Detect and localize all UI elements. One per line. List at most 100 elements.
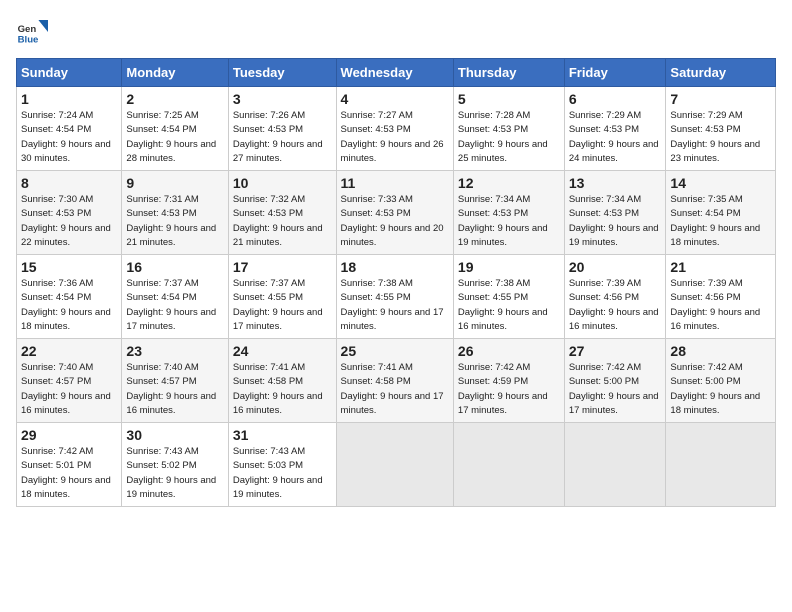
day-info: Sunrise: 7:28 AM Sunset: 4:53 PM Dayligh… <box>458 110 548 164</box>
day-info: Sunrise: 7:29 AM Sunset: 4:53 PM Dayligh… <box>569 110 659 164</box>
day-info: Sunrise: 7:37 AM Sunset: 4:54 PM Dayligh… <box>126 278 216 332</box>
calendar-cell: 13 Sunrise: 7:34 AM Sunset: 4:53 PM Dayl… <box>564 171 666 255</box>
day-number: 14 <box>670 175 771 191</box>
day-number: 18 <box>341 259 449 275</box>
logo: Gen Blue <box>16 16 52 48</box>
calendar-cell <box>564 423 666 507</box>
day-info: Sunrise: 7:27 AM Sunset: 4:53 PM Dayligh… <box>341 110 444 164</box>
day-info: Sunrise: 7:26 AM Sunset: 4:53 PM Dayligh… <box>233 110 323 164</box>
day-number: 27 <box>569 343 662 359</box>
calendar-cell: 5 Sunrise: 7:28 AM Sunset: 4:53 PM Dayli… <box>453 87 564 171</box>
calendar-week-1: 1 Sunrise: 7:24 AM Sunset: 4:54 PM Dayli… <box>17 87 776 171</box>
day-number: 26 <box>458 343 560 359</box>
day-info: Sunrise: 7:34 AM Sunset: 4:53 PM Dayligh… <box>569 194 659 248</box>
logo-icon: Gen Blue <box>16 16 48 48</box>
weekday-header-sunday: Sunday <box>17 59 122 87</box>
day-info: Sunrise: 7:42 AM Sunset: 5:01 PM Dayligh… <box>21 446 111 500</box>
calendar-cell: 12 Sunrise: 7:34 AM Sunset: 4:53 PM Dayl… <box>453 171 564 255</box>
calendar-cell: 6 Sunrise: 7:29 AM Sunset: 4:53 PM Dayli… <box>564 87 666 171</box>
day-info: Sunrise: 7:43 AM Sunset: 5:03 PM Dayligh… <box>233 446 323 500</box>
calendar-week-3: 15 Sunrise: 7:36 AM Sunset: 4:54 PM Dayl… <box>17 255 776 339</box>
day-info: Sunrise: 7:39 AM Sunset: 4:56 PM Dayligh… <box>670 278 760 332</box>
calendar-cell: 14 Sunrise: 7:35 AM Sunset: 4:54 PM Dayl… <box>666 171 776 255</box>
calendar-week-4: 22 Sunrise: 7:40 AM Sunset: 4:57 PM Dayl… <box>17 339 776 423</box>
day-info: Sunrise: 7:41 AM Sunset: 4:58 PM Dayligh… <box>341 362 444 416</box>
day-number: 15 <box>21 259 117 275</box>
day-number: 21 <box>670 259 771 275</box>
day-number: 13 <box>569 175 662 191</box>
calendar-cell: 18 Sunrise: 7:38 AM Sunset: 4:55 PM Dayl… <box>336 255 453 339</box>
calendar-cell: 3 Sunrise: 7:26 AM Sunset: 4:53 PM Dayli… <box>228 87 336 171</box>
calendar-header-row: SundayMondayTuesdayWednesdayThursdayFrid… <box>17 59 776 87</box>
day-info: Sunrise: 7:40 AM Sunset: 4:57 PM Dayligh… <box>21 362 111 416</box>
calendar-cell: 9 Sunrise: 7:31 AM Sunset: 4:53 PM Dayli… <box>122 171 228 255</box>
day-number: 11 <box>341 175 449 191</box>
day-info: Sunrise: 7:33 AM Sunset: 4:53 PM Dayligh… <box>341 194 444 248</box>
day-info: Sunrise: 7:42 AM Sunset: 5:00 PM Dayligh… <box>569 362 659 416</box>
day-info: Sunrise: 7:37 AM Sunset: 4:55 PM Dayligh… <box>233 278 323 332</box>
day-info: Sunrise: 7:24 AM Sunset: 4:54 PM Dayligh… <box>21 110 111 164</box>
day-info: Sunrise: 7:35 AM Sunset: 4:54 PM Dayligh… <box>670 194 760 248</box>
calendar-cell: 20 Sunrise: 7:39 AM Sunset: 4:56 PM Dayl… <box>564 255 666 339</box>
day-number: 24 <box>233 343 332 359</box>
day-info: Sunrise: 7:34 AM Sunset: 4:53 PM Dayligh… <box>458 194 548 248</box>
day-info: Sunrise: 7:43 AM Sunset: 5:02 PM Dayligh… <box>126 446 216 500</box>
day-info: Sunrise: 7:29 AM Sunset: 4:53 PM Dayligh… <box>670 110 760 164</box>
day-info: Sunrise: 7:38 AM Sunset: 4:55 PM Dayligh… <box>458 278 548 332</box>
calendar-cell: 27 Sunrise: 7:42 AM Sunset: 5:00 PM Dayl… <box>564 339 666 423</box>
calendar-cell: 2 Sunrise: 7:25 AM Sunset: 4:54 PM Dayli… <box>122 87 228 171</box>
calendar-cell: 11 Sunrise: 7:33 AM Sunset: 4:53 PM Dayl… <box>336 171 453 255</box>
calendar-cell: 28 Sunrise: 7:42 AM Sunset: 5:00 PM Dayl… <box>666 339 776 423</box>
page-header: Gen Blue <box>16 16 776 48</box>
weekday-header-wednesday: Wednesday <box>336 59 453 87</box>
day-info: Sunrise: 7:36 AM Sunset: 4:54 PM Dayligh… <box>21 278 111 332</box>
calendar-cell: 24 Sunrise: 7:41 AM Sunset: 4:58 PM Dayl… <box>228 339 336 423</box>
day-number: 5 <box>458 91 560 107</box>
day-info: Sunrise: 7:38 AM Sunset: 4:55 PM Dayligh… <box>341 278 444 332</box>
day-number: 10 <box>233 175 332 191</box>
calendar-cell: 8 Sunrise: 7:30 AM Sunset: 4:53 PM Dayli… <box>17 171 122 255</box>
calendar-cell: 4 Sunrise: 7:27 AM Sunset: 4:53 PM Dayli… <box>336 87 453 171</box>
day-number: 25 <box>341 343 449 359</box>
day-number: 23 <box>126 343 223 359</box>
weekday-header-thursday: Thursday <box>453 59 564 87</box>
day-info: Sunrise: 7:39 AM Sunset: 4:56 PM Dayligh… <box>569 278 659 332</box>
weekday-header-monday: Monday <box>122 59 228 87</box>
weekday-header-tuesday: Tuesday <box>228 59 336 87</box>
svg-text:Gen: Gen <box>18 24 37 35</box>
day-info: Sunrise: 7:31 AM Sunset: 4:53 PM Dayligh… <box>126 194 216 248</box>
calendar-cell: 7 Sunrise: 7:29 AM Sunset: 4:53 PM Dayli… <box>666 87 776 171</box>
calendar-cell: 17 Sunrise: 7:37 AM Sunset: 4:55 PM Dayl… <box>228 255 336 339</box>
day-number: 7 <box>670 91 771 107</box>
day-info: Sunrise: 7:30 AM Sunset: 4:53 PM Dayligh… <box>21 194 111 248</box>
day-info: Sunrise: 7:25 AM Sunset: 4:54 PM Dayligh… <box>126 110 216 164</box>
day-number: 29 <box>21 427 117 443</box>
calendar-cell: 1 Sunrise: 7:24 AM Sunset: 4:54 PM Dayli… <box>17 87 122 171</box>
calendar-cell: 26 Sunrise: 7:42 AM Sunset: 4:59 PM Dayl… <box>453 339 564 423</box>
calendar-cell: 10 Sunrise: 7:32 AM Sunset: 4:53 PM Dayl… <box>228 171 336 255</box>
calendar-cell <box>453 423 564 507</box>
calendar-cell <box>336 423 453 507</box>
day-number: 3 <box>233 91 332 107</box>
calendar-cell: 23 Sunrise: 7:40 AM Sunset: 4:57 PM Dayl… <box>122 339 228 423</box>
day-number: 31 <box>233 427 332 443</box>
day-number: 12 <box>458 175 560 191</box>
calendar-cell: 22 Sunrise: 7:40 AM Sunset: 4:57 PM Dayl… <box>17 339 122 423</box>
calendar-week-5: 29 Sunrise: 7:42 AM Sunset: 5:01 PM Dayl… <box>17 423 776 507</box>
calendar-cell: 21 Sunrise: 7:39 AM Sunset: 4:56 PM Dayl… <box>666 255 776 339</box>
day-number: 9 <box>126 175 223 191</box>
day-number: 17 <box>233 259 332 275</box>
day-number: 2 <box>126 91 223 107</box>
calendar-cell: 29 Sunrise: 7:42 AM Sunset: 5:01 PM Dayl… <box>17 423 122 507</box>
day-info: Sunrise: 7:40 AM Sunset: 4:57 PM Dayligh… <box>126 362 216 416</box>
calendar-cell: 15 Sunrise: 7:36 AM Sunset: 4:54 PM Dayl… <box>17 255 122 339</box>
calendar-cell: 19 Sunrise: 7:38 AM Sunset: 4:55 PM Dayl… <box>453 255 564 339</box>
day-number: 28 <box>670 343 771 359</box>
day-number: 19 <box>458 259 560 275</box>
calendar-cell <box>666 423 776 507</box>
weekday-header-friday: Friday <box>564 59 666 87</box>
calendar-table: SundayMondayTuesdayWednesdayThursdayFrid… <box>16 58 776 507</box>
calendar-cell: 16 Sunrise: 7:37 AM Sunset: 4:54 PM Dayl… <box>122 255 228 339</box>
day-number: 16 <box>126 259 223 275</box>
day-number: 4 <box>341 91 449 107</box>
